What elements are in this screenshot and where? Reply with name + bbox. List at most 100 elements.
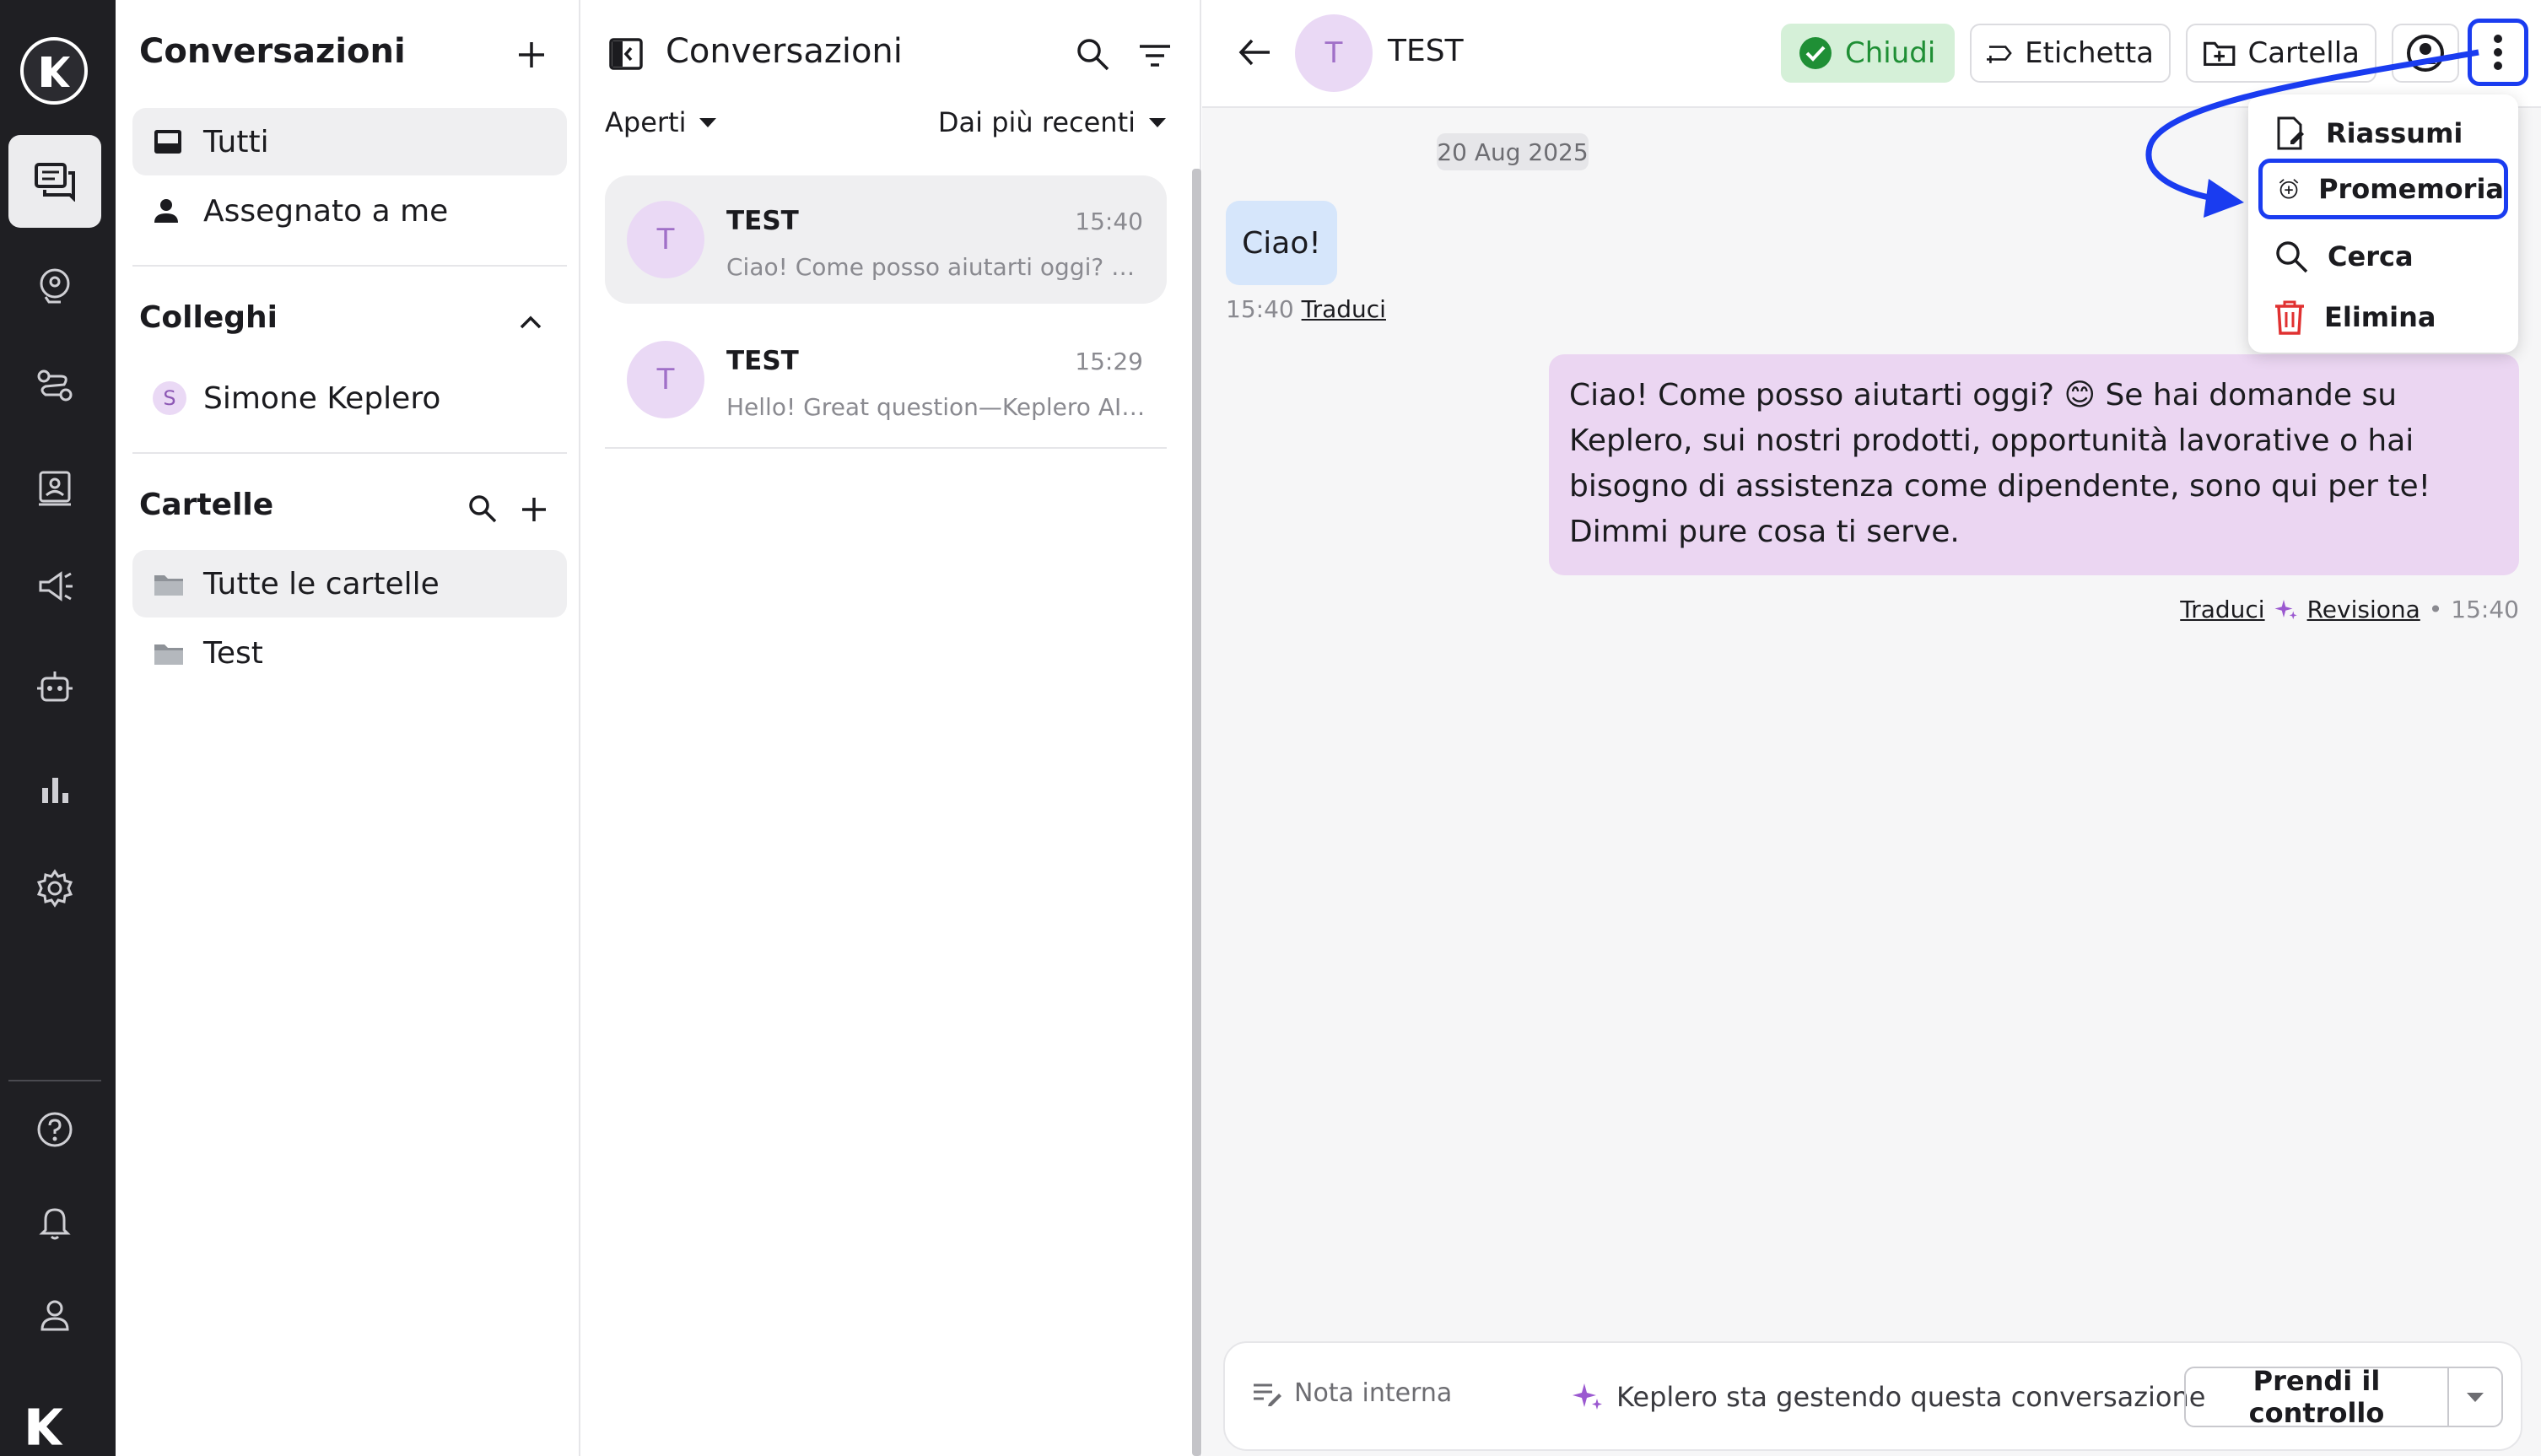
routing-icon xyxy=(37,369,73,402)
caret-down-icon xyxy=(2467,1392,2484,1402)
message-time: 15:40 xyxy=(1226,295,1294,323)
translate-link[interactable]: Traduci xyxy=(1302,295,1386,323)
rail-contacts-button[interactable] xyxy=(8,440,101,533)
rail-bots-button[interactable] xyxy=(8,641,101,734)
incoming-message-meta: 15:40 Traduci xyxy=(1226,295,1386,323)
conversation-list-pane: Conversazioni Aperti Dai più recenti T T… xyxy=(581,0,1201,1456)
nav-rail xyxy=(0,0,116,1456)
folder-button[interactable]: Cartella xyxy=(2186,24,2376,83)
keplero-logo-icon xyxy=(41,57,70,87)
bell-icon xyxy=(39,1208,71,1240)
conversation-name: TEST xyxy=(726,206,799,236)
alarm-add-icon xyxy=(2279,179,2299,199)
incoming-message: Ciao! xyxy=(1226,201,1337,285)
internal-note-label: Nota interna xyxy=(1294,1378,1453,1408)
conversation-preview: Ciao! Come posso aiutarti oggi? 😊 Se hai… xyxy=(726,253,1148,281)
conversation-preview: Hello! Great question—Keplero AI can hel… xyxy=(726,393,1148,421)
search-folders-button[interactable] xyxy=(463,489,502,528)
help-icon xyxy=(37,1112,73,1147)
menu-item-reminder[interactable]: Promemoria xyxy=(2258,159,2508,219)
take-control-split-button[interactable]: Prendi il controllo xyxy=(2184,1365,2503,1429)
contact-avatar: T xyxy=(1295,14,1373,92)
take-control-label[interactable]: Prendi il controllo xyxy=(2186,1365,2447,1429)
sort-dropdown[interactable]: Dai più recenti xyxy=(938,106,1166,138)
new-conversation-button[interactable] xyxy=(510,34,553,76)
conversation-time: 15:40 xyxy=(1075,208,1143,235)
filter-assigned-to-me[interactable]: Assegnato a me xyxy=(132,177,567,245)
bot-icon xyxy=(37,671,73,702)
divider xyxy=(605,447,1167,449)
divider xyxy=(132,452,567,454)
search-icon xyxy=(2276,241,2308,273)
trash-icon xyxy=(2275,300,2304,335)
menu-item-delete[interactable]: Elimina xyxy=(2258,287,2508,348)
search-conversations-button[interactable] xyxy=(1071,32,1114,76)
ai-handling-text: Keplero sta gestendo questa conversazion… xyxy=(1616,1381,2206,1413)
filter-button[interactable] xyxy=(1133,34,1177,78)
filter-all[interactable]: Tutti xyxy=(132,108,567,175)
composer-bar: Nota interna Keplero sta gestendo questa… xyxy=(1223,1341,2522,1451)
folder-item-test[interactable]: Test xyxy=(132,619,567,687)
add-folder-button[interactable] xyxy=(515,491,553,528)
rail-analytics-button[interactable] xyxy=(8,742,101,835)
settings-icon xyxy=(36,869,73,908)
user-circle-icon xyxy=(2407,35,2444,72)
close-conversation-button[interactable]: Chiudi xyxy=(1781,24,1955,83)
label-button[interactable]: Etichetta xyxy=(1970,24,2171,83)
plus-icon xyxy=(519,42,544,67)
revise-link[interactable]: Revisiona xyxy=(2307,596,2420,623)
colleague-item[interactable]: S Simone Keplero xyxy=(132,364,567,432)
back-button[interactable] xyxy=(1236,34,1273,71)
menu-item-search[interactable]: Cerca xyxy=(2258,226,2508,287)
rail-profile-button[interactable] xyxy=(8,1269,101,1362)
menu-item-summarize[interactable]: Riassumi xyxy=(2258,103,2508,164)
folder-icon xyxy=(153,570,192,597)
folder-button-label: Cartella xyxy=(2247,36,2360,70)
rail-settings-button[interactable] xyxy=(8,842,101,935)
footer-logo xyxy=(20,1400,71,1451)
campaign-icon xyxy=(39,571,73,601)
sort-label: Dai più recenti xyxy=(937,106,1136,138)
status-filter-dropdown[interactable]: Aperti xyxy=(605,106,717,138)
divider xyxy=(132,265,567,267)
label-icon xyxy=(1987,46,2012,63)
outgoing-message-meta: Traduci Revisiona • 15:40 xyxy=(2180,596,2519,623)
menu-item-delete-label: Elimina xyxy=(2324,301,2436,333)
arrow-left-icon xyxy=(1238,39,1270,66)
rail-routing-button[interactable] xyxy=(8,339,101,432)
person-icon xyxy=(153,197,192,224)
internal-note-button[interactable]: Nota interna xyxy=(1252,1378,1452,1408)
folder-add-icon xyxy=(2204,41,2236,67)
contact-name: TEST xyxy=(1388,34,1464,68)
rail-support-button[interactable] xyxy=(8,238,101,331)
note-icon xyxy=(1254,1383,1281,1406)
conversation-avatar: T xyxy=(627,341,704,418)
brand-logo[interactable] xyxy=(20,37,88,105)
rail-campaigns-button[interactable] xyxy=(8,540,101,633)
colleague-avatar: S xyxy=(153,381,186,415)
folder-item-all-label: Tutte le cartelle xyxy=(203,566,440,601)
menu-item-search-label: Cerca xyxy=(2328,240,2414,272)
conversation-avatar: T xyxy=(627,201,704,278)
conversation-item[interactable]: T TEST 15:40 Ciao! Come posso aiutarti o… xyxy=(605,175,1167,304)
conversation-item[interactable]: T TEST 15:29 Hello! Great question—Keple… xyxy=(605,315,1167,444)
folder-icon xyxy=(153,639,192,666)
folder-item-all[interactable]: Tutte le cartelle xyxy=(132,550,567,617)
inbox-icon xyxy=(153,128,192,155)
assign-button[interactable] xyxy=(2392,24,2459,83)
rail-help-button[interactable] xyxy=(8,1083,101,1176)
translate-link[interactable]: Traduci xyxy=(2180,596,2264,623)
toggle-sidebar-button[interactable] xyxy=(607,35,645,73)
take-control-dropdown[interactable] xyxy=(2449,1392,2501,1402)
search-icon xyxy=(469,495,497,523)
rail-notifications-button[interactable] xyxy=(8,1176,101,1269)
status-filter-label: Aperti xyxy=(605,106,687,138)
list-scrollbar[interactable] xyxy=(1192,169,1201,1456)
collapse-colleagues-button[interactable] xyxy=(512,304,549,341)
caret-down-icon xyxy=(699,117,717,127)
more-options-button[interactable] xyxy=(2468,19,2528,86)
rail-chat-button[interactable] xyxy=(8,135,101,228)
search-icon xyxy=(1077,39,1109,71)
chevron-up-icon xyxy=(520,315,542,329)
sparkle-icon xyxy=(1573,1383,1602,1410)
